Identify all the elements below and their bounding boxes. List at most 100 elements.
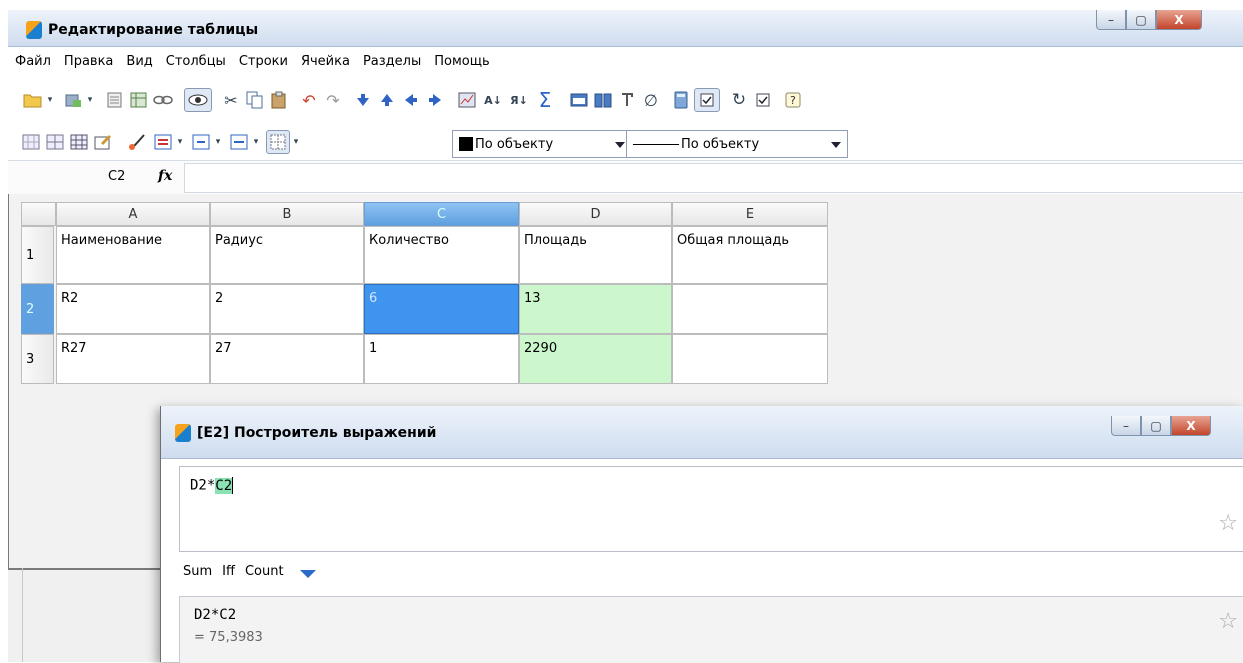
fill-color-dropdown[interactable]: По объекту [452, 130, 632, 158]
move-left-icon[interactable] [400, 88, 422, 112]
checkbox-toggle-icon[interactable] [694, 88, 720, 112]
cut-icon[interactable]: ✂ [220, 88, 242, 112]
brush-icon[interactable] [126, 130, 148, 154]
insert-table-icon[interactable] [68, 130, 90, 154]
corner-header[interactable] [21, 202, 56, 226]
row-header-2[interactable]: 2 [21, 284, 54, 334]
calculator-icon[interactable] [670, 88, 692, 112]
border-color-dropdown-icon[interactable]: ▾ [174, 130, 186, 154]
minimize-button[interactable]: – [1096, 10, 1126, 30]
empty-set-icon[interactable]: ∅ [640, 88, 662, 112]
column-header-e[interactable]: E [672, 202, 828, 226]
dialog-close-button[interactable]: X [1171, 416, 1211, 436]
menu-rows[interactable]: Строки [232, 54, 294, 69]
color-swatch [459, 137, 473, 151]
border-color-icon[interactable] [152, 130, 174, 154]
cell-e3[interactable] [672, 334, 828, 384]
refresh-icon[interactable]: ↻ [728, 88, 750, 112]
cell-a3[interactable]: R27 [56, 334, 210, 384]
properties-icon[interactable] [104, 88, 126, 112]
line-style-dropdown[interactable]: По объекту [626, 130, 848, 158]
chart-icon[interactable] [456, 88, 478, 112]
column-header-b[interactable]: B [210, 202, 364, 226]
align-center-dropdown-icon[interactable]: ▾ [212, 130, 224, 154]
cell-d3[interactable]: 2290 [519, 334, 672, 384]
borders-dropdown-icon[interactable]: ▾ [290, 130, 302, 154]
move-down-icon[interactable] [352, 88, 374, 112]
eye-icon[interactable] [184, 88, 212, 112]
dialog-maximize-button[interactable]: ▢ [1141, 416, 1171, 436]
menu-columns[interactable]: Столбцы [159, 54, 232, 69]
formula-input[interactable] [184, 163, 1243, 193]
dialog-minimize-button[interactable]: – [1111, 416, 1141, 436]
cell-e2[interactable] [672, 284, 828, 334]
paste-icon[interactable] [268, 88, 290, 112]
undo-icon[interactable]: ↶ [298, 88, 320, 112]
export-dropdown-icon[interactable]: ▾ [84, 88, 96, 112]
menu-file[interactable]: Файл [8, 54, 57, 69]
borders-icon[interactable] [266, 130, 290, 154]
cell-d2[interactable]: 13 [519, 284, 672, 334]
cell-e1[interactable]: Общая площадь [672, 226, 828, 284]
line-style-value: По объекту [681, 136, 760, 152]
favorite-star-icon[interactable]: ☆ [1218, 609, 1238, 634]
copy-icon[interactable] [244, 88, 266, 112]
fx-icon[interactable]: fx [158, 168, 172, 184]
text-icon[interactable] [616, 88, 638, 112]
cell-b3[interactable]: 27 [210, 334, 364, 384]
book-icon[interactable] [592, 88, 614, 112]
move-right-icon[interactable] [424, 88, 446, 112]
dialog-titlebar: [E2] Построитель выражений – ▢ X [161, 406, 1243, 459]
table-image-icon[interactable] [128, 88, 150, 112]
split-cells-icon[interactable] [44, 130, 66, 154]
maximize-button[interactable]: ▢ [1126, 10, 1156, 30]
function-sum[interactable]: Sum [183, 564, 212, 579]
align-center-icon[interactable] [190, 130, 212, 154]
cell-c3[interactable]: 1 [364, 334, 519, 384]
open-folder-icon[interactable] [22, 88, 44, 112]
cell-b1[interactable]: Радиус [210, 226, 364, 284]
text-caret [232, 477, 234, 494]
sort-ascending-icon[interactable]: A↓ [482, 88, 504, 112]
cell-a1[interactable]: Наименование [56, 226, 210, 284]
sort-descending-icon[interactable]: Я↓ [508, 88, 530, 112]
check-icon[interactable] [752, 88, 774, 112]
help-icon[interactable]: ? [782, 88, 804, 112]
column-header-d[interactable]: D [519, 202, 672, 226]
merge-cells-icon[interactable] [20, 130, 42, 154]
more-functions-icon[interactable] [299, 569, 316, 578]
chevron-down-icon [615, 142, 625, 148]
link-icon[interactable] [152, 88, 174, 112]
dialog-icon[interactable] [568, 88, 590, 112]
function-count[interactable]: Count [245, 564, 284, 579]
close-button[interactable]: X [1156, 10, 1202, 30]
cell-c1[interactable]: Количество [364, 226, 519, 284]
align-middle-icon[interactable] [228, 130, 250, 154]
cell-a2[interactable]: R2 [56, 284, 210, 334]
sum-icon[interactable]: Σ [532, 88, 558, 112]
favorite-star-icon[interactable]: ☆ [1218, 511, 1238, 536]
open-dropdown-icon[interactable]: ▾ [44, 88, 56, 112]
cell-c2-active[interactable]: 6 [364, 284, 519, 334]
result-expression: D2*C2 [194, 607, 237, 623]
function-iff[interactable]: Iff [222, 564, 235, 579]
align-middle-dropdown-icon[interactable]: ▾ [250, 130, 262, 154]
menu-sections[interactable]: Разделы [356, 54, 427, 69]
menu-edit[interactable]: Правка [57, 54, 119, 69]
move-up-icon[interactable] [376, 88, 398, 112]
menu-help[interactable]: Помощь [427, 54, 495, 69]
edit-cell-icon[interactable] [92, 130, 114, 154]
column-header-c[interactable]: C [364, 202, 519, 226]
expression-input[interactable]: D2*C2 ☆ [179, 466, 1243, 552]
cell-b2[interactable]: 2 [210, 284, 364, 334]
menu-view[interactable]: Вид [119, 54, 158, 69]
redo-icon[interactable]: ↷ [322, 88, 344, 112]
expression-cell-ref: C2 [215, 477, 233, 494]
cell-d1[interactable]: Площадь [519, 226, 672, 284]
column-header-a[interactable]: A [56, 202, 210, 226]
row-header-1[interactable]: 1 [21, 226, 54, 284]
dialog-title: [E2] Построитель выражений [197, 425, 437, 441]
export-icon[interactable] [62, 88, 84, 112]
row-header-3[interactable]: 3 [21, 334, 54, 384]
menu-cell[interactable]: Ячейка [294, 54, 356, 69]
